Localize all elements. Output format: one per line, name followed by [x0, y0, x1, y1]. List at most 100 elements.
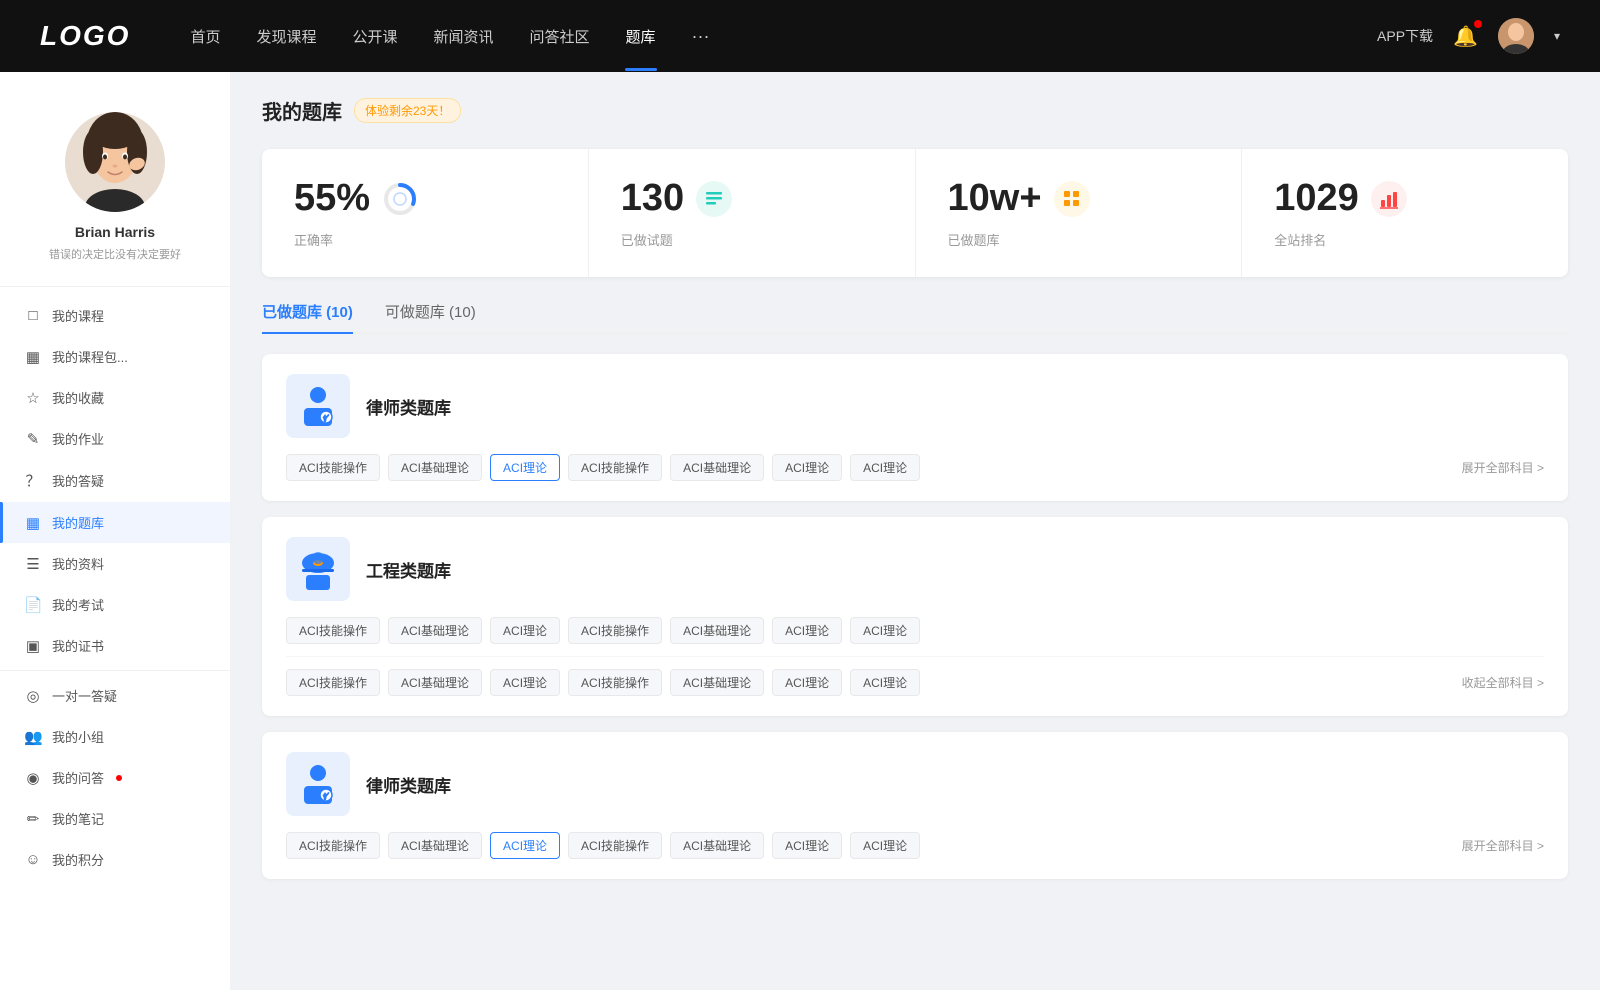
avatar-image — [1498, 18, 1534, 54]
sidebar-item-homework[interactable]: ✎ 我的作业 — [0, 418, 230, 459]
qbank-card-lawyer-1: 律师类题库 ACI技能操作 ACI基础理论 ACI理论 ACI技能操作 ACI基… — [262, 354, 1568, 501]
sidebar-item-group[interactable]: 👥 我的小组 — [0, 716, 230, 757]
lawyer-icon-svg-2 — [294, 760, 342, 808]
stat-value-done-banks: 10w+ — [948, 177, 1042, 220]
qbank-icon-lawyer-1 — [286, 374, 350, 438]
eng-tag-r1-2[interactable]: ACI基础理论 — [388, 617, 482, 644]
tab-done-banks[interactable]: 已做题库 (10) — [262, 301, 353, 332]
eng-tag-r1-3[interactable]: ACI理论 — [490, 617, 560, 644]
expand-button-lawyer-2[interactable]: 展开全部科目 > — [1462, 837, 1544, 854]
donut-chart — [382, 181, 418, 217]
tab-available-banks[interactable]: 可做题库 (10) — [385, 301, 476, 332]
sidebar-item-qa[interactable]: ？ 我的答疑 — [0, 459, 230, 502]
stat-top-4: 1029 — [1274, 177, 1536, 220]
grid-icon — [1054, 181, 1090, 217]
my-course-icon: □ — [24, 307, 42, 324]
eng-tag-r2-6[interactable]: ACI理论 — [772, 669, 842, 696]
l2-tag-1[interactable]: ACI技能操作 — [286, 832, 380, 859]
expand-button-lawyer-1[interactable]: 展开全部科目 > — [1462, 459, 1544, 476]
eng-tag-r1-1[interactable]: ACI技能操作 — [286, 617, 380, 644]
tag-6[interactable]: ACI理论 — [772, 454, 842, 481]
notes-icon: ✏ — [24, 810, 42, 828]
user-menu-chevron[interactable]: ▾ — [1554, 29, 1560, 43]
l2-tag-4[interactable]: ACI技能操作 — [568, 832, 662, 859]
eng-tag-r2-5[interactable]: ACI基础理论 — [670, 669, 764, 696]
nav-discover[interactable]: 发现课程 — [256, 26, 316, 47]
sidebar-item-course-package[interactable]: ▦ 我的课程包... — [0, 336, 230, 377]
sidebar-item-certificate[interactable]: ▣ 我的证书 — [0, 625, 230, 666]
tag-2[interactable]: ACI基础理论 — [388, 454, 482, 481]
user-avatar[interactable] — [1498, 18, 1534, 54]
sidebar-item-notes[interactable]: ✏ 我的笔记 — [0, 798, 230, 839]
eng-tag-r1-4[interactable]: ACI技能操作 — [568, 617, 662, 644]
group-icon: 👥 — [24, 728, 42, 746]
sidebar-item-label: 我的问答 — [52, 768, 104, 787]
l2-tag-2[interactable]: ACI基础理论 — [388, 832, 482, 859]
nav-more[interactable]: ··· — [692, 26, 710, 47]
eng-tag-r1-5[interactable]: ACI基础理论 — [670, 617, 764, 644]
eng-tag-r2-7[interactable]: ACI理论 — [850, 669, 920, 696]
sidebar-item-my-course[interactable]: □ 我的课程 — [0, 295, 230, 336]
sidebar-item-my-qa[interactable]: ◉ 我的问答 — [0, 757, 230, 798]
stat-done-questions: 130 已做试题 — [589, 149, 916, 277]
nav-news[interactable]: 新闻资讯 — [434, 26, 494, 47]
sidebar-avatar — [65, 112, 165, 212]
tag-3[interactable]: ACI理论 — [490, 454, 560, 481]
stat-top-2: 130 — [621, 177, 883, 220]
l2-tag-3[interactable]: ACI理论 — [490, 832, 560, 859]
l2-tag-5[interactable]: ACI基础理论 — [670, 832, 764, 859]
qbank-card-engineer: 工程类题库 ACI技能操作 ACI基础理论 ACI理论 ACI技能操作 ACI基… — [262, 517, 1568, 716]
sidebar-item-exam[interactable]: 📄 我的考试 — [0, 584, 230, 625]
sidebar: Brian Harris 错误的决定比没有决定要好 □ 我的课程 ▦ 我的课程包… — [0, 72, 230, 990]
tag-1[interactable]: ACI技能操作 — [286, 454, 380, 481]
tag-7[interactable]: ACI理论 — [850, 454, 920, 481]
sidebar-item-materials[interactable]: ☰ 我的资料 — [0, 543, 230, 584]
stat-label-correct-rate: 正确率 — [294, 230, 556, 249]
eng-tag-r1-7[interactable]: ACI理论 — [850, 617, 920, 644]
qbank-title-lawyer-1: 律师类题库 — [366, 394, 451, 419]
stat-label-site-rank: 全站排名 — [1274, 230, 1536, 249]
eng-tag-r2-1[interactable]: ACI技能操作 — [286, 669, 380, 696]
page-header: 我的题库 体验剩余23天！ — [262, 96, 1568, 125]
nav-home[interactable]: 首页 — [190, 26, 220, 47]
course-package-icon: ▦ — [24, 348, 42, 366]
sidebar-user-motto: 错误的决定比没有决定要好 — [49, 246, 181, 262]
sidebar-item-label: 我的小组 — [52, 727, 104, 746]
sidebar-item-one-on-one[interactable]: ◎ 一对一答疑 — [0, 675, 230, 716]
sidebar-divider-1 — [0, 286, 230, 287]
eng-tag-r1-6[interactable]: ACI理论 — [772, 617, 842, 644]
qbank-header-lawyer-1: 律师类题库 — [286, 374, 1544, 438]
sidebar-item-label: 一对一答疑 — [52, 686, 117, 705]
app-download-button[interactable]: APP下载 — [1377, 26, 1433, 46]
nav-qa[interactable]: 问答社区 — [530, 26, 590, 47]
avatar-svg — [65, 112, 165, 212]
lawyer-icon-svg — [294, 382, 342, 430]
nav-question-bank[interactable]: 题库 — [626, 26, 656, 47]
homework-icon: ✎ — [24, 430, 42, 448]
sidebar-item-points[interactable]: ☺ 我的积分 — [0, 839, 230, 880]
sidebar-item-favorites[interactable]: ☆ 我的收藏 — [0, 377, 230, 418]
main-content: 我的题库 体验剩余23天！ 55% 正确率 130 — [230, 72, 1600, 990]
l2-tag-6[interactable]: ACI理论 — [772, 832, 842, 859]
tag-4[interactable]: ACI技能操作 — [568, 454, 662, 481]
sidebar-item-label: 我的收藏 — [52, 388, 104, 407]
bar-chart-icon-svg — [1378, 188, 1400, 210]
collapse-button-engineer[interactable]: 收起全部科目 > — [1462, 674, 1544, 691]
qbank-icon-lawyer-2 — [286, 752, 350, 816]
l2-tag-7[interactable]: ACI理论 — [850, 832, 920, 859]
eng-tag-r2-4[interactable]: ACI技能操作 — [568, 669, 662, 696]
nav-open-course[interactable]: 公开课 — [352, 26, 397, 47]
sidebar-item-question-bank[interactable]: ▦ 我的题库 — [0, 502, 230, 543]
sidebar-item-label: 我的积分 — [52, 850, 104, 869]
navbar: LOGO 首页 发现课程 公开课 新闻资讯 问答社区 题库 ··· APP下载 … — [0, 0, 1600, 72]
sidebar-item-label: 我的证书 — [52, 636, 104, 655]
eng-tag-r2-3[interactable]: ACI理论 — [490, 669, 560, 696]
qbank-icon-engineer — [286, 537, 350, 601]
materials-icon: ☰ — [24, 555, 42, 573]
notification-bell[interactable]: 🔔 — [1453, 24, 1478, 49]
question-bank-tabs: 已做题库 (10) 可做题库 (10) — [262, 301, 1568, 334]
eng-tag-r2-2[interactable]: ACI基础理论 — [388, 669, 482, 696]
sidebar-user-name: Brian Harris — [75, 224, 155, 240]
tag-5[interactable]: ACI基础理论 — [670, 454, 764, 481]
page-title: 我的题库 — [262, 96, 342, 125]
